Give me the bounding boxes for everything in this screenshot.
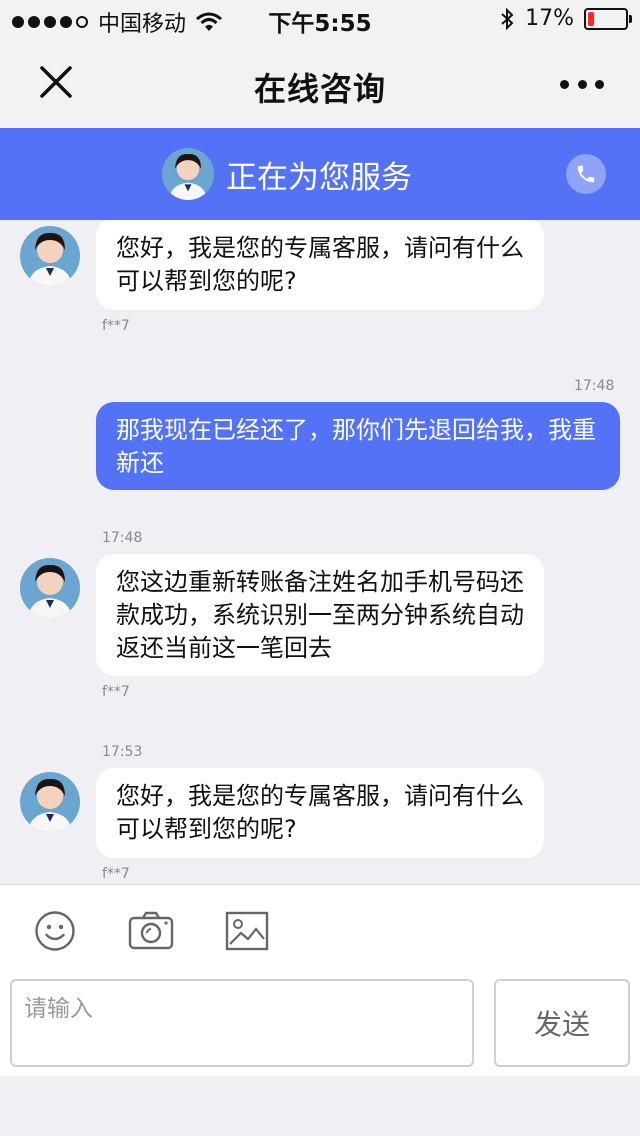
message-bubble-incoming: 您好，我是您的专属客服，请问有什么可以帮到您的呢? [96, 220, 544, 310]
input-toolbar: 发送 [0, 884, 640, 1077]
battery-percent: 17% [525, 6, 574, 31]
agent-avatar [162, 148, 214, 200]
camera-icon[interactable] [128, 909, 174, 953]
message-time: 17:48 [574, 378, 615, 394]
page-title: 在线咨询 [253, 70, 386, 108]
message-bubble-incoming: 您好，我是您的专属客服，请问有什么可以帮到您的呢? [96, 768, 544, 858]
battery-icon [584, 7, 632, 30]
banner-text: 正在为您服务 [226, 159, 412, 196]
nav-bar: 在线咨询 [0, 40, 640, 128]
agent-avatar [20, 226, 80, 286]
message-bubble-incoming: 您这边重新转账备注姓名加手机号码还款成功，系统识别一至两分钟系统自动返还当前这一… [96, 554, 544, 676]
service-banner: 正在为您服务 [0, 128, 640, 220]
bottom-spacer [0, 1076, 640, 1136]
message-time: 17:53 [102, 744, 143, 760]
message-time: 17:48 [102, 530, 143, 546]
battery-level [588, 11, 594, 26]
message-bubble-outgoing: 那我现在已经还了，那你们先退回给我，我重新还 [96, 402, 620, 490]
message-input[interactable] [10, 979, 474, 1067]
status-bar: 中国移动 下午5:55 17% [0, 0, 640, 40]
chat-area[interactable]: 您好，我是您的专属客服，请问有什么可以帮到您的呢? f**7 17:48 那我现… [0, 220, 640, 884]
agent-avatar [20, 772, 80, 832]
send-button[interactable]: 发送 [494, 979, 630, 1067]
bluetooth-icon [501, 7, 514, 30]
image-icon[interactable] [224, 909, 270, 953]
emoji-icon[interactable] [32, 909, 78, 953]
sender-name: f**7 [102, 684, 130, 700]
sender-name: f**7 [102, 866, 130, 882]
phone-icon[interactable] [566, 154, 606, 194]
sender-name: f**7 [102, 318, 130, 334]
agent-avatar [20, 558, 80, 618]
more-icon[interactable] [560, 78, 604, 90]
